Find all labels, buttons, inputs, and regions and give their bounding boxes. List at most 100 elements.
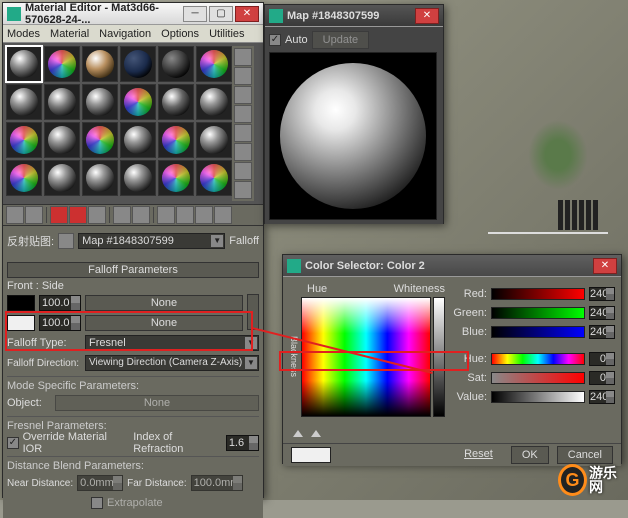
object-button[interactable]: None: [55, 395, 259, 411]
sample-slot[interactable]: [6, 46, 42, 82]
far-dist-spinner[interactable]: 100.0mm: [191, 475, 243, 491]
watermark-logo: G 游乐网: [558, 462, 626, 498]
sample-slot[interactable]: [120, 122, 156, 158]
falloff-rollout: Falloff Parameters Front : Side 100.0 No…: [3, 256, 263, 518]
menu-modes[interactable]: Modes: [7, 28, 40, 40]
close-button[interactable]: ✕: [593, 258, 617, 274]
reset-icon[interactable]: [69, 206, 87, 224]
ok-button[interactable]: OK: [511, 446, 549, 464]
sat-slider[interactable]: [491, 372, 585, 384]
uv-tiling-icon[interactable]: [234, 105, 252, 123]
color-swatch-2[interactable]: [7, 315, 35, 331]
sample-slot[interactable]: [196, 160, 232, 196]
maximize-button[interactable]: ▢: [209, 6, 233, 22]
sample-slot[interactable]: [196, 122, 232, 158]
update-button[interactable]: Update: [312, 31, 369, 49]
near-dist-spinner[interactable]: 0.0mm: [77, 475, 123, 491]
sample-slot[interactable]: [196, 84, 232, 120]
auto-check[interactable]: [269, 34, 281, 46]
close-button[interactable]: ✕: [235, 6, 259, 22]
current-color-swatch[interactable]: [291, 447, 331, 463]
put-material-icon[interactable]: [25, 206, 43, 224]
sample-slot[interactable]: [120, 160, 156, 196]
sample-slot[interactable]: [120, 46, 156, 82]
sat-value[interactable]: 0: [589, 371, 615, 385]
window-title: Color Selector: Color 2: [305, 260, 593, 272]
preview-icon[interactable]: [234, 143, 252, 161]
sample-slot[interactable]: [82, 46, 118, 82]
value-slider[interactable]: [491, 391, 585, 403]
menu-material[interactable]: Material: [50, 28, 89, 40]
nav-forward-icon[interactable]: [176, 206, 194, 224]
sample-slot[interactable]: [82, 160, 118, 196]
sample-slot[interactable]: [6, 84, 42, 120]
red-value[interactable]: 240: [589, 287, 615, 301]
material-editor-titlebar[interactable]: Material Editor - Mat3d66-570628-24-... …: [3, 3, 263, 25]
sample-slot[interactable]: [158, 160, 194, 196]
blue-slider[interactable]: [491, 326, 585, 338]
menu-navigation[interactable]: Navigation: [99, 28, 151, 40]
picker-handle[interactable]: [311, 430, 321, 437]
window-title: Material Editor - Mat3d66-570628-24-...: [25, 2, 183, 26]
eyedropper-icon[interactable]: [58, 233, 74, 249]
picker-handle[interactable]: [293, 430, 303, 437]
sample-slot[interactable]: [120, 84, 156, 120]
falloff-type-dropdown[interactable]: Fresnel: [85, 335, 259, 351]
red-label: Red:: [451, 288, 487, 300]
green-slider[interactable]: [491, 307, 585, 319]
backlight-icon[interactable]: [234, 67, 252, 85]
menu-utilities[interactable]: Utilities: [209, 28, 244, 40]
amount-spinner-2[interactable]: 100.0: [39, 315, 81, 331]
sample-slot[interactable]: [44, 46, 80, 82]
select-by-mat-icon[interactable]: [234, 181, 252, 199]
swap-colors-button[interactable]: [247, 294, 259, 330]
green-value[interactable]: 240: [589, 306, 615, 320]
map-preview-titlebar[interactable]: Map #1848307599 ✕: [265, 5, 443, 27]
sample-slot[interactable]: [6, 160, 42, 196]
nav-sibling-icon[interactable]: [195, 206, 213, 224]
hue-slider[interactable]: [491, 353, 585, 365]
map-button-1[interactable]: None: [85, 295, 243, 311]
sample-slot[interactable]: [44, 84, 80, 120]
sample-slot[interactable]: [44, 122, 80, 158]
red-slider[interactable]: [491, 288, 585, 300]
sample-slot[interactable]: [6, 122, 42, 158]
map-name-field[interactable]: Map #1848307599: [78, 233, 225, 249]
sample-slot[interactable]: [158, 122, 194, 158]
reset-button[interactable]: Reset: [454, 446, 503, 464]
rollout-header[interactable]: Falloff Parameters: [7, 262, 259, 278]
blue-value[interactable]: 240: [589, 325, 615, 339]
sample-slot[interactable]: [196, 46, 232, 82]
pick-icon[interactable]: [214, 206, 232, 224]
sample-slot[interactable]: [82, 122, 118, 158]
menu-options[interactable]: Options: [161, 28, 199, 40]
color-swatch-1[interactable]: [7, 295, 35, 311]
value-value[interactable]: 240: [589, 390, 615, 404]
options-icon[interactable]: [234, 162, 252, 180]
hue-value[interactable]: 0: [589, 352, 615, 366]
color-selector-titlebar[interactable]: Color Selector: Color 2 ✕: [283, 255, 621, 277]
minimize-button[interactable]: ─: [183, 6, 207, 22]
falloff-dir-dropdown[interactable]: Viewing Direction (Camera Z-Axis): [85, 355, 259, 371]
nav-parent-icon[interactable]: [157, 206, 175, 224]
hue-whiteness-picker[interactable]: [301, 297, 431, 417]
show-map-icon[interactable]: [113, 206, 131, 224]
map-button-2[interactable]: None: [85, 315, 243, 331]
background-icon[interactable]: [234, 86, 252, 104]
show-end-icon[interactable]: [132, 206, 150, 224]
extrapolate-check[interactable]: [91, 497, 103, 509]
sample-slot[interactable]: [44, 160, 80, 196]
sample-slot[interactable]: [158, 46, 194, 82]
delete-icon[interactable]: [88, 206, 106, 224]
video-check-icon[interactable]: [234, 124, 252, 142]
whiteness-slider[interactable]: [433, 297, 445, 417]
sample-type-icon[interactable]: [234, 48, 252, 66]
amount-spinner-1[interactable]: 100.0: [39, 295, 81, 311]
override-ior-check[interactable]: [7, 437, 19, 449]
sample-slot[interactable]: [82, 84, 118, 120]
get-material-icon[interactable]: [6, 206, 24, 224]
assign-icon[interactable]: [50, 206, 68, 224]
ior-spinner[interactable]: 1.6: [226, 435, 259, 451]
close-button[interactable]: ✕: [415, 8, 439, 24]
sample-slot[interactable]: [158, 84, 194, 120]
